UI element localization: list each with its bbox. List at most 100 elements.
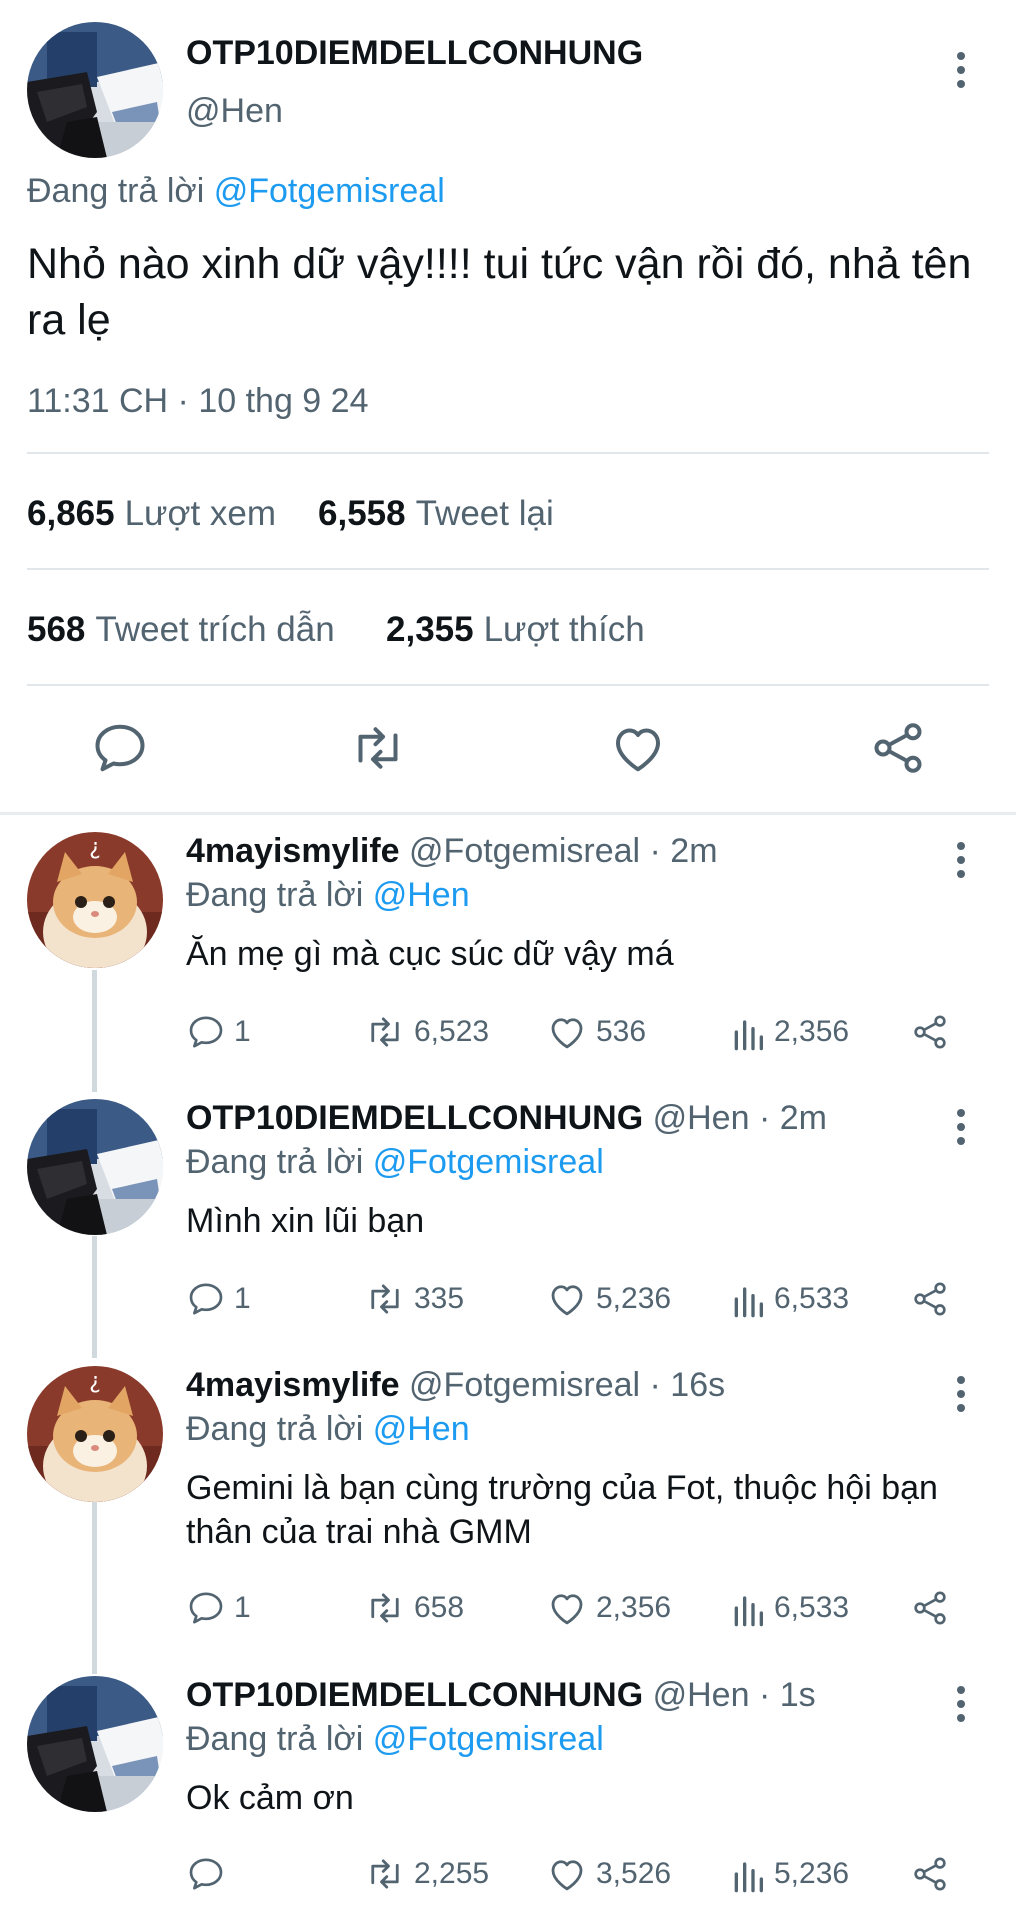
reply-action-like[interactable]: 536 [546, 1010, 646, 1054]
reply-action-views[interactable]: 2,356 [730, 1010, 849, 1054]
like-count: 2,356 [596, 1591, 672, 1624]
reply-avatar[interactable] [27, 1366, 163, 1502]
reply-context: Đang trả lời @Fotgemisreal [27, 172, 445, 211]
reply-text: Mình xin lũi bạn [186, 1202, 425, 1240]
author-handle[interactable]: @Hen [186, 92, 283, 131]
reply-author-name[interactable]: 4mayismylife [186, 1366, 400, 1404]
reply-action-retweet[interactable]: 2,255 [364, 1852, 489, 1896]
retweet-count: 6,523 [414, 1015, 490, 1048]
reply-action-retweet[interactable]: 335 [364, 1277, 464, 1321]
likes-stat[interactable]: 2,355 Lượt thích [386, 610, 645, 650]
share-icon[interactable] [910, 1852, 958, 1896]
more-options-icon[interactable] [954, 838, 968, 884]
reply-header: OTP10DIEMDELLCONHUNG @Hen · 1s [186, 1676, 816, 1715]
like-icon[interactable] [608, 718, 668, 778]
reply-time: · 2m [649, 832, 718, 870]
more-options-icon[interactable] [954, 48, 968, 94]
tweet-timestamp[interactable]: 11:31 CH · 10 thg 9 24 [27, 382, 368, 421]
likes-label: Lượt thích [483, 610, 645, 649]
reply-action-reply[interactable]: 1 [186, 1277, 251, 1321]
views-count: 6,533 [774, 1282, 850, 1315]
reply-author-name[interactable]: OTP10DIEMDELLCONHUNG [186, 1676, 643, 1714]
reply-to-link[interactable]: @Hen [373, 1410, 470, 1448]
thread-line [92, 970, 97, 1092]
reply-context: Đang trả lời @Hen [186, 876, 470, 915]
reply-to-link[interactable]: @Fotgemisreal [373, 1143, 604, 1181]
retweets-stat[interactable]: 6,558 Tweet lại [318, 494, 554, 534]
section-separator [0, 812, 1016, 815]
like-count: 536 [596, 1015, 647, 1048]
retweets-count: 6,558 [318, 494, 406, 533]
reply-action-views[interactable]: 6,533 [730, 1586, 849, 1630]
thread-line [92, 1502, 97, 1674]
share-icon[interactable] [910, 1277, 958, 1321]
divider [27, 684, 989, 686]
reply-count: 1 [234, 1015, 251, 1048]
reply-avatar[interactable] [27, 1099, 163, 1235]
retweet-icon[interactable] [348, 718, 408, 778]
share-icon[interactable] [868, 718, 928, 778]
reply-author-handle[interactable]: @Fotgemisreal [409, 832, 640, 870]
reply-prefix: Đang trả lời [186, 1410, 364, 1448]
reply-author-handle[interactable]: @Hen [653, 1099, 750, 1137]
reply-action-like[interactable]: 3,526 [546, 1852, 671, 1896]
more-options-icon[interactable] [954, 1682, 968, 1728]
more-options-icon[interactable] [954, 1105, 968, 1151]
more-options-icon[interactable] [954, 1372, 968, 1418]
reply-author-name[interactable]: 4mayismylife [186, 832, 400, 870]
reply-time: · 16s [649, 1366, 726, 1404]
reply-author-handle[interactable]: @Hen [653, 1676, 750, 1714]
reply-action-reply[interactable] [186, 1852, 234, 1896]
reply-action-retweet[interactable]: 658 [364, 1586, 464, 1630]
reply-context: Đang trả lời @Fotgemisreal [186, 1143, 604, 1182]
reply-to-link[interactable]: @Hen [373, 876, 470, 914]
likes-count: 2,355 [386, 610, 474, 649]
quotes-stat[interactable]: 568 Tweet trích dẫn [27, 610, 335, 650]
quotes-count: 568 [27, 610, 86, 649]
reply-time: · 1s [758, 1676, 816, 1714]
reply-header: 4mayismylife @Fotgemisreal · 16s [186, 1366, 725, 1405]
reply-action-reply[interactable]: 1 [186, 1586, 251, 1630]
thread-line [92, 1236, 97, 1358]
reply-header: 4mayismylife @Fotgemisreal · 2m [186, 832, 718, 871]
reply-avatar[interactable] [27, 1676, 163, 1812]
views-stat[interactable]: 6,865 Lượt xem [27, 494, 276, 534]
reply-action-views[interactable]: 6,533 [730, 1277, 849, 1321]
reply-prefix: Đang trả lời [27, 172, 205, 210]
reply-action-reply[interactable]: 1 [186, 1010, 251, 1054]
reply-icon[interactable] [90, 718, 150, 778]
retweets-label: Tweet lại [415, 494, 554, 533]
reply-prefix: Đang trả lời [186, 1720, 364, 1758]
like-count: 3,526 [596, 1857, 672, 1890]
views-label: Lượt xem [124, 494, 277, 533]
tweet-text: Nhỏ nào xinh dữ vậy!!!! tui tức vận rồi … [27, 240, 972, 344]
reply-to-link[interactable]: @Fotgemisreal [373, 1720, 604, 1758]
like-count: 5,236 [596, 1282, 672, 1315]
reply-author-handle[interactable]: @Fotgemisreal [409, 1366, 640, 1404]
reply-text: Ok cảm ơn [186, 1779, 354, 1817]
reply-action-views[interactable]: 5,236 [730, 1852, 849, 1896]
share-icon[interactable] [910, 1010, 958, 1054]
reply-text: Gemini là bạn cùng trường của Fot, thuộc… [186, 1469, 938, 1551]
reply-time: · 2m [758, 1099, 827, 1137]
reply-to-link[interactable]: @Fotgemisreal [214, 172, 445, 210]
author-avatar[interactable] [27, 22, 163, 158]
author-name[interactable]: OTP10DIEMDELLCONHUNG [186, 34, 643, 73]
views-count: 2,356 [774, 1015, 850, 1048]
reply-action-like[interactable]: 5,236 [546, 1277, 671, 1321]
reply-avatar[interactable] [27, 832, 163, 968]
reply-action-retweet[interactable]: 6,523 [364, 1010, 489, 1054]
reply-prefix: Đang trả lời [186, 1143, 364, 1181]
reply-prefix: Đang trả lời [186, 876, 364, 914]
divider [27, 452, 989, 454]
reply-context: Đang trả lời @Fotgemisreal [186, 1720, 604, 1759]
reply-count: 1 [234, 1591, 251, 1624]
retweet-count: 335 [414, 1282, 465, 1315]
reply-author-name[interactable]: OTP10DIEMDELLCONHUNG [186, 1099, 643, 1137]
reply-header: OTP10DIEMDELLCONHUNG @Hen · 2m [186, 1099, 827, 1138]
views-count: 6,865 [27, 494, 115, 533]
share-icon[interactable] [910, 1586, 958, 1630]
views-count: 6,533 [774, 1591, 850, 1624]
reply-action-like[interactable]: 2,356 [546, 1586, 671, 1630]
retweet-count: 658 [414, 1591, 465, 1624]
